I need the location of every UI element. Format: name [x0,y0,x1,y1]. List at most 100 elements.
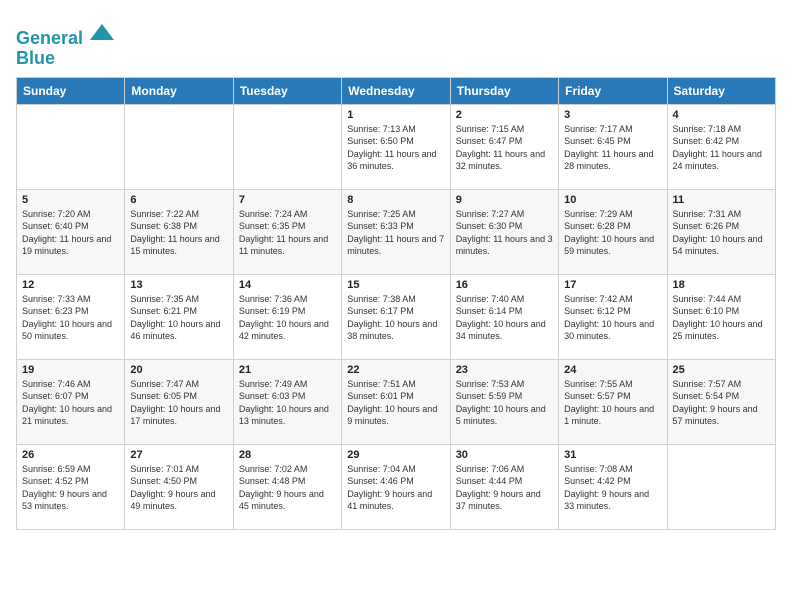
day-info: Sunrise: 7:33 AMSunset: 6:23 PMDaylight:… [22,293,119,343]
weekday-header-wednesday: Wednesday [342,77,450,104]
day-number: 9 [456,194,553,206]
weekday-header-tuesday: Tuesday [233,77,341,104]
weekday-header-sunday: Sunday [17,77,125,104]
calendar-cell: 23 Sunrise: 7:53 AMSunset: 5:59 PMDayligh… [450,359,558,444]
weekday-header-thursday: Thursday [450,77,558,104]
day-number: 19 [22,364,119,376]
day-info: Sunrise: 7:08 AMSunset: 4:42 PMDaylight:… [564,463,661,513]
day-info: Sunrise: 6:59 AMSunset: 4:52 PMDaylight:… [22,463,119,513]
day-info: Sunrise: 7:06 AMSunset: 4:44 PMDaylight:… [456,463,553,513]
day-info: Sunrise: 7:27 AMSunset: 6:30 PMDaylight:… [456,208,553,258]
calendar-cell: 18 Sunrise: 7:44 AMSunset: 6:10 PMDayligh… [667,274,775,359]
calendar-cell: 27 Sunrise: 7:01 AMSunset: 4:50 PMDayligh… [125,444,233,529]
day-number: 12 [22,279,119,291]
calendar-cell: 29 Sunrise: 7:04 AMSunset: 4:46 PMDayligh… [342,444,450,529]
calendar-cell: 12 Sunrise: 7:33 AMSunset: 6:23 PMDayligh… [17,274,125,359]
day-info: Sunrise: 7:35 AMSunset: 6:21 PMDaylight:… [130,293,227,343]
day-number: 29 [347,449,444,461]
day-number: 31 [564,449,661,461]
day-info: Sunrise: 7:53 AMSunset: 5:59 PMDaylight:… [456,378,553,428]
day-info: Sunrise: 7:01 AMSunset: 4:50 PMDaylight:… [130,463,227,513]
day-info: Sunrise: 7:22 AMSunset: 6:38 PMDaylight:… [130,208,227,258]
day-info: Sunrise: 7:42 AMSunset: 6:12 PMDaylight:… [564,293,661,343]
day-number: 15 [347,279,444,291]
day-info: Sunrise: 7:57 AMSunset: 5:54 PMDaylight:… [673,378,770,428]
day-number: 5 [22,194,119,206]
day-number: 14 [239,279,336,291]
day-info: Sunrise: 7:13 AMSunset: 6:50 PMDaylight:… [347,123,444,173]
day-number: 4 [673,109,770,121]
calendar-cell: 7 Sunrise: 7:24 AMSunset: 6:35 PMDaylight… [233,189,341,274]
calendar-cell: 14 Sunrise: 7:36 AMSunset: 6:19 PMDayligh… [233,274,341,359]
day-number: 17 [564,279,661,291]
calendar-cell: 25 Sunrise: 7:57 AMSunset: 5:54 PMDayligh… [667,359,775,444]
calendar-cell: 3 Sunrise: 7:17 AMSunset: 6:45 PMDaylight… [559,104,667,189]
day-number: 13 [130,279,227,291]
day-number: 30 [456,449,553,461]
day-number: 16 [456,279,553,291]
weekday-header-saturday: Saturday [667,77,775,104]
day-info: Sunrise: 7:38 AMSunset: 6:17 PMDaylight:… [347,293,444,343]
day-number: 25 [673,364,770,376]
day-info: Sunrise: 7:20 AMSunset: 6:40 PMDaylight:… [22,208,119,258]
calendar-cell: 8 Sunrise: 7:25 AMSunset: 6:33 PMDaylight… [342,189,450,274]
day-info: Sunrise: 7:55 AMSunset: 5:57 PMDaylight:… [564,378,661,428]
day-number: 27 [130,449,227,461]
day-info: Sunrise: 7:04 AMSunset: 4:46 PMDaylight:… [347,463,444,513]
day-number: 8 [347,194,444,206]
calendar-table: SundayMondayTuesdayWednesdayThursdayFrid… [16,77,776,530]
day-number: 22 [347,364,444,376]
day-number: 2 [456,109,553,121]
calendar-cell: 17 Sunrise: 7:42 AMSunset: 6:12 PMDayligh… [559,274,667,359]
day-info: Sunrise: 7:40 AMSunset: 6:14 PMDaylight:… [456,293,553,343]
day-number: 20 [130,364,227,376]
calendar-cell: 4 Sunrise: 7:18 AMSunset: 6:42 PMDaylight… [667,104,775,189]
day-number: 21 [239,364,336,376]
day-number: 7 [239,194,336,206]
calendar-cell: 9 Sunrise: 7:27 AMSunset: 6:30 PMDaylight… [450,189,558,274]
day-info: Sunrise: 7:02 AMSunset: 4:48 PMDaylight:… [239,463,336,513]
calendar-cell: 28 Sunrise: 7:02 AMSunset: 4:48 PMDayligh… [233,444,341,529]
day-info: Sunrise: 7:18 AMSunset: 6:42 PMDaylight:… [673,123,770,173]
calendar-cell: 2 Sunrise: 7:15 AMSunset: 6:47 PMDaylight… [450,104,558,189]
day-info: Sunrise: 7:25 AMSunset: 6:33 PMDaylight:… [347,208,444,258]
day-number: 10 [564,194,661,206]
calendar-cell: 20Sunrise: 7:47 AMSunset: 6:05 PMDayligh… [125,359,233,444]
day-number: 28 [239,449,336,461]
calendar-cell: 11 Sunrise: 7:31 AMSunset: 6:26 PMDayligh… [667,189,775,274]
calendar-cell [17,104,125,189]
logo: General Blue [16,20,114,69]
day-info: Sunrise: 7:24 AMSunset: 6:35 PMDaylight:… [239,208,336,258]
day-number: 6 [130,194,227,206]
weekday-header-friday: Friday [559,77,667,104]
day-number: 18 [673,279,770,291]
calendar-cell: 19Sunrise: 7:46 AMSunset: 6:07 PMDayligh… [17,359,125,444]
day-number: 11 [673,194,770,206]
calendar-cell: 16 Sunrise: 7:40 AMSunset: 6:14 PMDayligh… [450,274,558,359]
calendar-cell: 15 Sunrise: 7:38 AMSunset: 6:17 PMDayligh… [342,274,450,359]
logo-blue: Blue [16,49,114,69]
calendar-cell: 31 Sunrise: 7:08 AMSunset: 4:42 PMDayligh… [559,444,667,529]
day-info: Sunrise: 7:51 AMSunset: 6:01 PMDaylight:… [347,378,444,428]
day-number: 24 [564,364,661,376]
calendar-cell: 24 Sunrise: 7:55 AMSunset: 5:57 PMDayligh… [559,359,667,444]
weekday-header-monday: Monday [125,77,233,104]
day-info: Sunrise: 7:36 AMSunset: 6:19 PMDaylight:… [239,293,336,343]
calendar-cell [667,444,775,529]
day-number: 3 [564,109,661,121]
calendar-cell: 5 Sunrise: 7:20 AMSunset: 6:40 PMDaylight… [17,189,125,274]
logo-text: General [16,20,114,49]
calendar-cell: 26Sunrise: 6:59 AMSunset: 4:52 PMDayligh… [17,444,125,529]
calendar-cell: 6 Sunrise: 7:22 AMSunset: 6:38 PMDaylight… [125,189,233,274]
day-info: Sunrise: 7:31 AMSunset: 6:26 PMDaylight:… [673,208,770,258]
day-info: Sunrise: 7:17 AMSunset: 6:45 PMDaylight:… [564,123,661,173]
calendar-cell: 10Sunrise: 7:29 AMSunset: 6:28 PMDayligh… [559,189,667,274]
calendar-cell: 22 Sunrise: 7:51 AMSunset: 6:01 PMDayligh… [342,359,450,444]
day-info: Sunrise: 7:44 AMSunset: 6:10 PMDaylight:… [673,293,770,343]
calendar-cell [233,104,341,189]
day-info: Sunrise: 7:15 AMSunset: 6:47 PMDaylight:… [456,123,553,173]
calendar-cell [125,104,233,189]
day-number: 23 [456,364,553,376]
calendar-cell: 13 Sunrise: 7:35 AMSunset: 6:21 PMDayligh… [125,274,233,359]
header: General Blue [16,16,776,69]
